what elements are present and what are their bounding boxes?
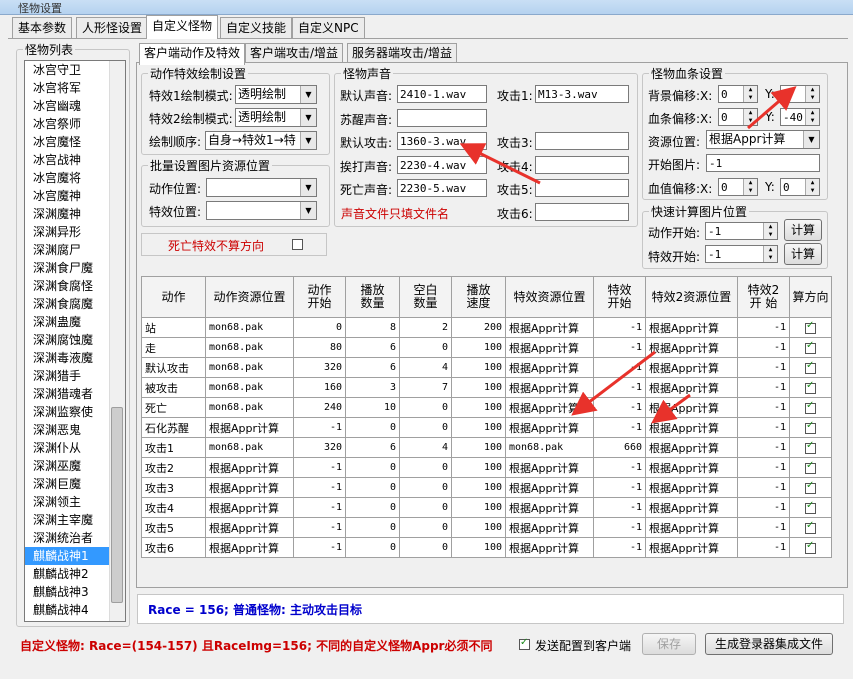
tab-custom-monster[interactable]: 自定义怪物 bbox=[146, 15, 219, 39]
annotation-arrow-hp-offset bbox=[747, 86, 797, 130]
subtab-client-action-effect[interactable]: 客户端动作及特效 bbox=[139, 43, 246, 65]
annotation-arrow-default-attack bbox=[459, 143, 541, 185]
annotation-arrows bbox=[459, 86, 797, 424]
annotation-arrow-effect2 bbox=[651, 393, 691, 424]
annotation-arrow-table-row bbox=[571, 350, 656, 416]
